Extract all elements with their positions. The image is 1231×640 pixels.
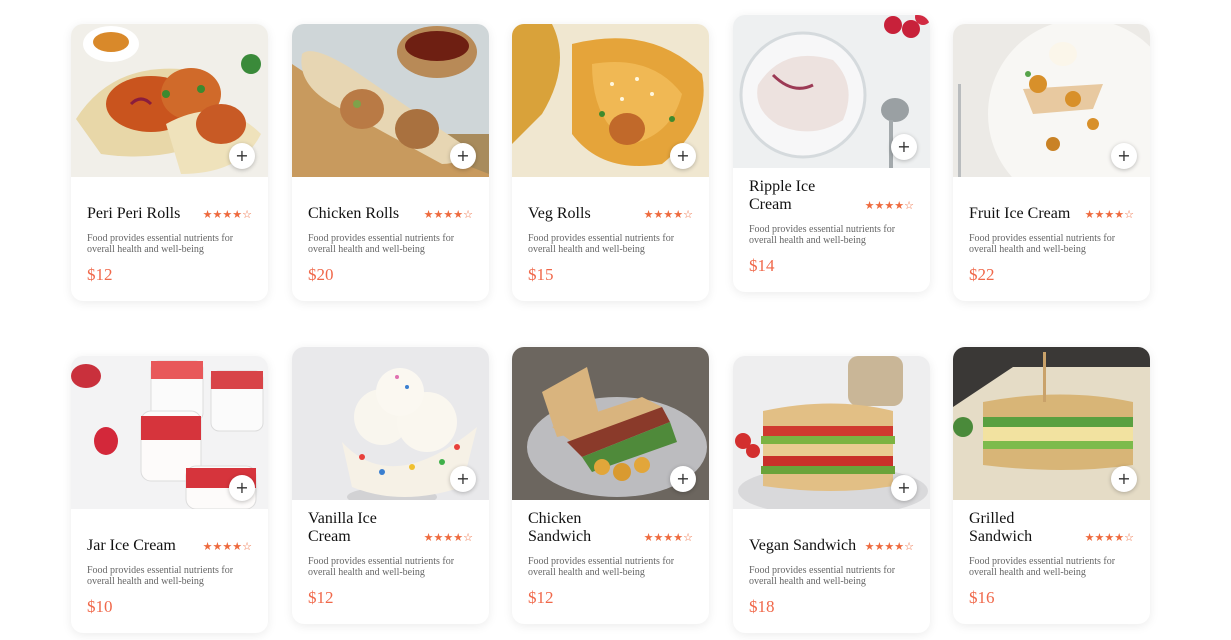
star-empty-icon: ☆ (242, 540, 252, 553)
product-description: Food provides essential nutrients for ov… (308, 233, 455, 255)
star-filled-icon: ★★★★ (202, 208, 243, 221)
product-description: Food provides essential nutrients for ov… (87, 233, 234, 255)
star-filled-icon: ★★★★ (1084, 531, 1125, 544)
product-description: Food provides essential nutrients for ov… (528, 556, 675, 578)
wrap-roll-photo: + (71, 24, 268, 177)
add-to-cart-button[interactable]: + (891, 475, 917, 501)
star-empty-icon: ☆ (683, 531, 693, 544)
dessert-jars-photo: + (71, 356, 268, 509)
add-to-cart-button[interactable]: + (670, 143, 696, 169)
product-name: Vanilla Ice Cream (308, 510, 377, 545)
product-card-peri-peri-rolls[interactable]: + Peri Peri Rolls ★★★★☆ Food provides es… (71, 24, 268, 301)
rating-stars: ★★★★☆ (644, 208, 693, 221)
product-description: Food provides essential nutrients for ov… (87, 565, 234, 587)
product-name: Chicken Rolls (308, 205, 400, 222)
ice-cream-jar-photo: + (733, 15, 930, 168)
rating-stars: ★★★★☆ (865, 540, 914, 553)
rating-stars: ★★★★☆ (424, 531, 473, 544)
product-card-chicken-rolls[interactable]: + Chicken Rolls ★★★★☆ Food provides esse… (292, 24, 489, 301)
star-filled-icon: ★★★★ (864, 540, 905, 553)
product-name: Ripple Ice Cream (749, 178, 816, 213)
product-price: $12 (87, 265, 113, 284)
add-to-cart-button[interactable]: + (450, 466, 476, 492)
product-card-vegan-sandwich[interactable]: + Vegan Sandwich ★★★★☆ Food provides ess… (733, 356, 930, 633)
grilled-sandwich-photo: + (953, 347, 1150, 500)
stacked-sandwich-photo: + (733, 356, 930, 509)
star-empty-icon: ☆ (904, 199, 914, 212)
star-empty-icon: ☆ (463, 208, 473, 221)
product-price: $16 (969, 588, 995, 607)
rating-stars: ★★★★☆ (865, 199, 914, 212)
rating-stars: ★★★★☆ (424, 208, 473, 221)
product-card-fruit-ice-cream[interactable]: + Fruit Ice Cream ★★★★☆ Food provides es… (953, 24, 1150, 301)
product-description: Food provides essential nutrients for ov… (528, 233, 675, 255)
product-card-grilled-sandwich[interactable]: + Grilled Sandwich ★★★★☆ Food provides e… (953, 347, 1150, 624)
star-empty-icon: ☆ (242, 208, 252, 221)
star-empty-icon: ☆ (1124, 531, 1134, 544)
rating-stars: ★★★★☆ (1085, 208, 1134, 221)
product-price: $12 (308, 588, 334, 607)
add-to-cart-button[interactable]: + (229, 475, 255, 501)
star-empty-icon: ☆ (463, 531, 473, 544)
product-description: Food provides essential nutrients for ov… (749, 565, 896, 587)
product-price: $12 (528, 588, 554, 607)
product-name: Grilled Sandwich (969, 510, 1033, 545)
product-name: Vegan Sandwich (749, 537, 857, 554)
product-card-veg-rolls[interactable]: + Veg Rolls ★★★★☆ Food provides essentia… (512, 24, 709, 301)
sprinkle-ice-cream-photo: + (292, 347, 489, 500)
burrito-photo: + (292, 24, 489, 177)
product-price: $15 (528, 265, 554, 284)
product-name: Fruit Ice Cream (969, 205, 1071, 222)
product-name: Chicken Sandwich (528, 510, 592, 545)
add-to-cart-button[interactable]: + (1111, 466, 1137, 492)
product-price: $10 (87, 597, 113, 616)
product-price: $22 (969, 265, 995, 284)
star-filled-icon: ★★★★ (864, 199, 905, 212)
rating-stars: ★★★★☆ (644, 531, 693, 544)
star-filled-icon: ★★★★ (643, 208, 684, 221)
product-description: Food provides essential nutrients for ov… (749, 224, 896, 246)
star-filled-icon: ★★★★ (643, 531, 684, 544)
product-price: $20 (308, 265, 334, 284)
product-description: Food provides essential nutrients for ov… (969, 233, 1116, 255)
product-name: Jar Ice Cream (87, 537, 176, 554)
star-empty-icon: ☆ (1124, 208, 1134, 221)
add-to-cart-button[interactable]: + (670, 466, 696, 492)
product-price: $14 (749, 256, 775, 275)
star-filled-icon: ★★★★ (423, 531, 464, 544)
star-filled-icon: ★★★★ (202, 540, 243, 553)
product-description: Food provides essential nutrients for ov… (308, 556, 455, 578)
plated-dessert-photo: + (953, 24, 1150, 177)
star-filled-icon: ★★★★ (1084, 208, 1125, 221)
product-description: Food provides essential nutrients for ov… (969, 556, 1116, 578)
add-to-cart-button[interactable]: + (229, 143, 255, 169)
star-filled-icon: ★★★★ (423, 208, 464, 221)
rating-stars: ★★★★☆ (203, 540, 252, 553)
product-name: Veg Rolls (528, 205, 591, 222)
add-to-cart-button[interactable]: + (891, 134, 917, 160)
sandwich-plate-photo: + (512, 347, 709, 500)
product-card-ripple-ice-cream[interactable]: + Ripple Ice Cream ★★★★☆ Food provides e… (733, 15, 930, 292)
product-card-chicken-sandwich[interactable]: + Chicken Sandwich ★★★★☆ Food provides e… (512, 347, 709, 624)
product-card-vanilla-ice-cream[interactable]: + Vanilla Ice Cream ★★★★☆ Food provides … (292, 347, 489, 624)
product-price: $18 (749, 597, 775, 616)
product-card-jar-ice-cream[interactable]: + Jar Ice Cream ★★★★☆ Food provides esse… (71, 356, 268, 633)
rating-stars: ★★★★☆ (203, 208, 252, 221)
star-empty-icon: ☆ (683, 208, 693, 221)
add-to-cart-button[interactable]: + (450, 143, 476, 169)
add-to-cart-button[interactable]: + (1111, 143, 1137, 169)
pastry-roll-photo: + (512, 24, 709, 177)
star-empty-icon: ☆ (904, 540, 914, 553)
product-name: Peri Peri Rolls (87, 205, 181, 222)
rating-stars: ★★★★☆ (1085, 531, 1134, 544)
